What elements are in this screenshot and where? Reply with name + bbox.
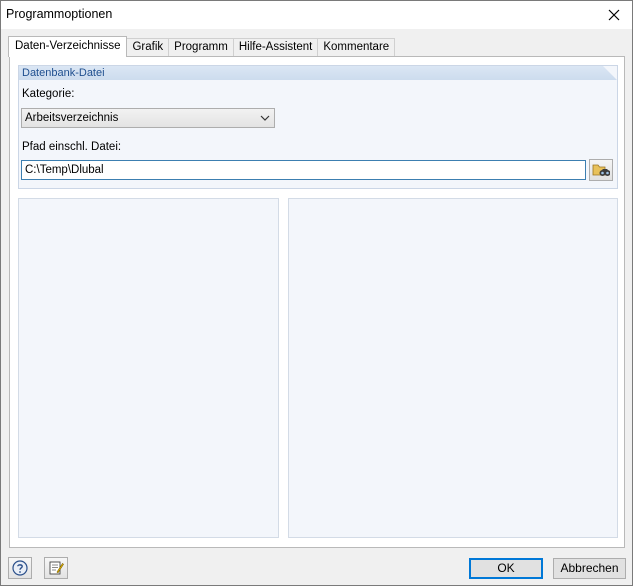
tab-programm[interactable]: Programm [168, 38, 234, 56]
folder-binoculars-icon [592, 164, 610, 176]
edit-notes-button[interactable] [44, 557, 68, 579]
tab-hilfe-assistent[interactable]: Hilfe-Assistent [232, 38, 319, 56]
ok-button[interactable]: OK [469, 558, 543, 579]
path-input[interactable] [21, 160, 586, 180]
group-title: Datenbank-Datei [22, 67, 105, 79]
right-panel [288, 198, 618, 538]
help-button[interactable] [8, 557, 32, 579]
path-label: Pfad einschl. Datei: [22, 141, 122, 153]
notepad-pencil-icon [49, 561, 64, 575]
left-panel [18, 198, 279, 538]
tab-strip: Daten-Verzeichnisse Grafik Programm Hilf… [8, 36, 396, 57]
category-label: Kategorie: [22, 88, 75, 100]
tab-kommentare[interactable]: Kommentare [317, 38, 396, 56]
close-button[interactable] [596, 1, 632, 29]
browse-button[interactable] [589, 159, 613, 181]
database-file-group: Datenbank-Datei Kategorie: Arbeitsverzei… [18, 65, 618, 189]
cancel-button[interactable]: Abbrechen [553, 558, 626, 579]
help-icon [12, 560, 28, 576]
group-header: Datenbank-Datei [19, 66, 617, 80]
window-title: Programmoptionen [6, 7, 113, 21]
category-value: Arbeitsverzeichnis [25, 112, 119, 124]
close-icon [608, 9, 620, 21]
program-options-dialog: Programmoptionen Daten-Verzeichnisse Gra… [0, 0, 633, 586]
title-bar: Programmoptionen [1, 1, 632, 29]
tab-panel: Datenbank-Datei Kategorie: Arbeitsverzei… [9, 56, 625, 548]
tab-daten-verzeichnisse[interactable]: Daten-Verzeichnisse [8, 36, 128, 57]
tab-grafik[interactable]: Grafik [126, 38, 170, 56]
category-select[interactable]: Arbeitsverzeichnis [21, 108, 275, 128]
chevron-down-icon [260, 115, 270, 121]
